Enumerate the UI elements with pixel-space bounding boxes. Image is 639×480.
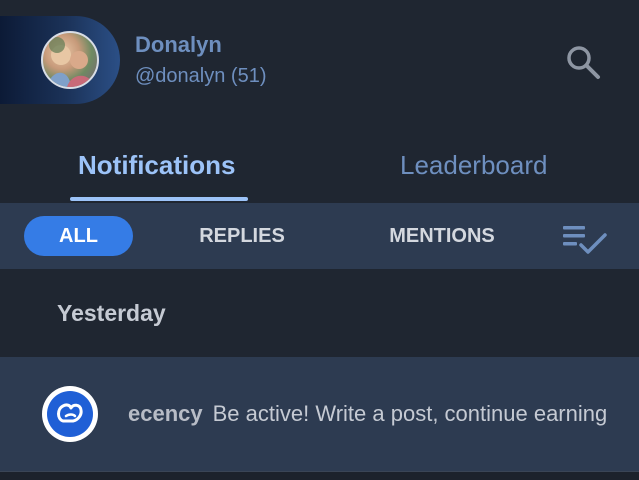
user-name[interactable]: Donalyn [135, 32, 222, 58]
filter-all-chip[interactable]: ALL [24, 216, 133, 256]
filter-bar: ALL REPLIES MENTIONS [0, 203, 639, 269]
profile-header: Donalyn @donalyn (51) [0, 0, 639, 118]
main-tab-bar: Notifications Leaderboard [0, 140, 639, 202]
ecency-logo-icon [47, 391, 93, 437]
tab-notifications[interactable]: Notifications [78, 150, 235, 181]
filter-replies-chip[interactable]: REPLIES [182, 216, 302, 256]
filter-mentions-chip[interactable]: MENTIONS [380, 216, 504, 256]
avatar-photo-icon [47, 37, 95, 87]
notification-avatar[interactable] [42, 386, 98, 442]
search-icon [567, 46, 600, 79]
search-button[interactable] [561, 40, 605, 84]
tab-leaderboard[interactable]: Leaderboard [400, 150, 547, 181]
user-avatar[interactable] [41, 31, 99, 89]
mark-all-read-icon [563, 226, 607, 254]
notification-source[interactable]: ecency [128, 401, 203, 426]
ecency-logo-glyph [57, 403, 83, 423]
notification-message: Be active! Write a post, continue earnin… [212, 401, 608, 426]
user-handle: @donalyn (51) [135, 65, 267, 87]
next-item-edge [0, 471, 639, 480]
active-tab-indicator [70, 197, 248, 201]
notification-text: ecency Be active! Write a post, continue … [128, 401, 639, 427]
notifications-screen: Donalyn @donalyn (51) Notifications Lead… [0, 0, 639, 480]
section-date-header: Yesterday [57, 300, 166, 326]
mark-all-read-button[interactable] [560, 219, 610, 257]
notification-item[interactable]: ecency Be active! Write a post, continue … [0, 357, 639, 471]
